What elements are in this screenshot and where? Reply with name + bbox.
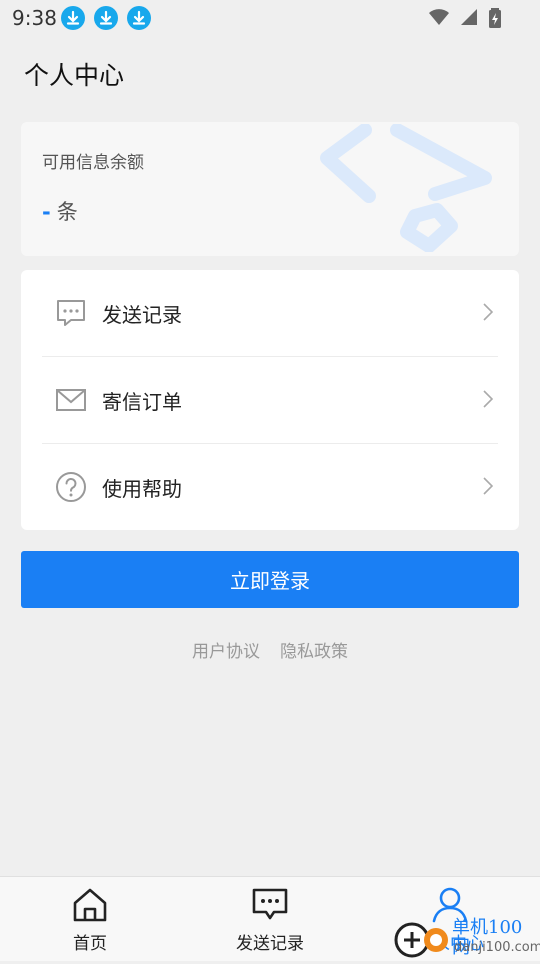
watermark-logo: 单机100网 danji100.com xyxy=(392,918,540,960)
menu-card: 发送记录 寄信订单 使用帮助 xyxy=(21,270,519,530)
legal-links: 用户协议 隐私政策 xyxy=(0,637,540,662)
envelope-icon xyxy=(56,389,86,411)
chevron-right-icon xyxy=(483,477,493,495)
download-icon xyxy=(127,6,151,30)
balance-unit: 条 xyxy=(56,200,78,224)
balance-count: - xyxy=(42,200,51,224)
chat-icon xyxy=(57,300,85,326)
page-title: 个人中心 xyxy=(24,61,125,90)
menu-item-label: 发送记录 xyxy=(102,303,182,327)
balance-value: -条 xyxy=(42,196,78,226)
watermark-icon xyxy=(394,922,448,958)
balance-label: 可用信息余额 xyxy=(42,153,144,173)
download-icon xyxy=(61,6,85,30)
envelope-icon xyxy=(320,124,492,252)
tab-label: 首页 xyxy=(73,934,107,954)
wifi-icon xyxy=(428,9,449,25)
menu-item-mail-orders[interactable]: 寄信订单 xyxy=(21,357,519,443)
balance-card: 可用信息余额 -条 xyxy=(21,122,519,256)
status-bar: 9:38 xyxy=(0,0,540,36)
signal-icon xyxy=(460,9,477,25)
status-icons xyxy=(424,7,502,29)
menu-item-label: 寄信订单 xyxy=(102,390,182,414)
battery-icon xyxy=(489,8,501,28)
tab-label: 发送记录 xyxy=(236,934,304,954)
status-time: 9:38 xyxy=(12,6,57,30)
user-agreement-link[interactable]: 用户协议 xyxy=(192,642,260,662)
download-icon xyxy=(94,6,118,30)
menu-item-help[interactable]: 使用帮助 xyxy=(21,444,519,530)
login-button[interactable]: 立即登录 xyxy=(21,551,519,608)
chevron-right-icon xyxy=(483,303,493,321)
menu-item-label: 使用帮助 xyxy=(102,477,182,501)
chevron-right-icon xyxy=(483,390,493,408)
home-icon xyxy=(73,888,107,922)
privacy-policy-link[interactable]: 隐私政策 xyxy=(280,642,348,662)
tab-send-records[interactable]: 发送记录 xyxy=(180,877,360,961)
tab-home[interactable]: 首页 xyxy=(0,877,180,961)
question-icon xyxy=(56,472,86,502)
watermark-subtext: danji100.com xyxy=(454,940,540,955)
menu-item-send-records[interactable]: 发送记录 xyxy=(21,270,519,356)
chat-icon xyxy=(252,888,288,920)
